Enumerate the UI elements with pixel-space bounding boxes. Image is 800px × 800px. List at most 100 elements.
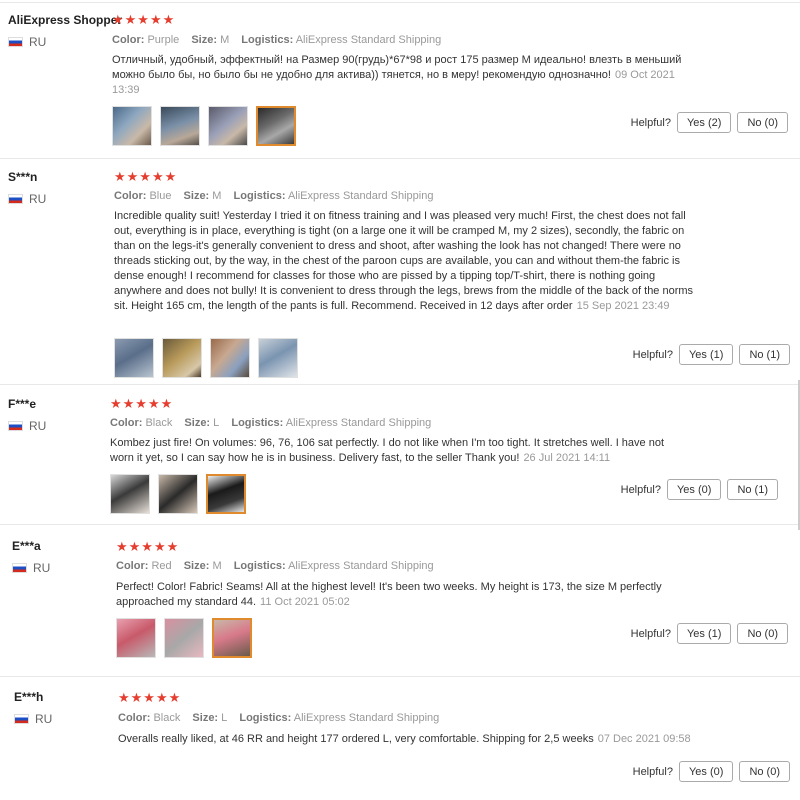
review-photos: [112, 106, 296, 146]
review-text-content: Incredible quality suit! Yesterday I tri…: [114, 210, 694, 312]
review-photo[interactable]: [112, 106, 152, 146]
helpful-label: Helpful?: [632, 765, 673, 778]
flag-ru-icon: [12, 563, 27, 573]
helpful-label: Helpful?: [630, 116, 671, 129]
review-photo[interactable]: [210, 338, 250, 378]
rating-stars: ★★★★★: [116, 539, 180, 554]
country-code: RU: [29, 419, 47, 433]
helpful-section: Helpful? Yes (0) No (0): [633, 761, 790, 782]
logistics-value: AliExpress Standard Shipping: [295, 34, 442, 46]
review-photo[interactable]: [162, 338, 202, 378]
helpful-yes-button[interactable]: Yes (1): [676, 623, 732, 644]
helpful-yes-button[interactable]: Yes (2): [676, 112, 732, 133]
color-label: Color:: [116, 560, 149, 572]
review-photo[interactable]: [160, 106, 200, 146]
reviewer-country: RU: [8, 192, 46, 206]
review-meta: Color: Black Size: L Logistics: AliExpre…: [110, 417, 431, 429]
divider: [0, 384, 800, 385]
reviewer-name: F***e: [8, 397, 37, 411]
review-text: Overalls really liked, at 46 RR and heig…: [118, 732, 758, 747]
review-photo[interactable]: [116, 618, 156, 658]
helpful-no-button[interactable]: No (1): [727, 479, 778, 500]
reviewer-country: RU: [12, 561, 50, 575]
helpful-label: Helpful?: [632, 348, 673, 361]
review-photo-selected[interactable]: [206, 474, 246, 514]
review-text-content: Perfect! Color! Fabric! Seams! All at th…: [116, 581, 662, 608]
review-meta: Color: Purple Size: M Logistics: AliExpr…: [112, 34, 441, 46]
review-photo-selected[interactable]: [212, 618, 252, 658]
color-label: Color:: [112, 34, 145, 46]
country-code: RU: [29, 35, 47, 49]
review-meta: Color: Blue Size: M Logistics: AliExpres…: [114, 190, 433, 202]
review-photo-selected[interactable]: [256, 106, 296, 146]
size-value: L: [213, 417, 220, 429]
reviewer-country: RU: [8, 419, 46, 433]
review-photo[interactable]: [110, 474, 150, 514]
review-photo[interactable]: [164, 618, 204, 658]
review-text-content: Отличный, удобный, эффектный! на Размер …: [112, 54, 682, 81]
divider: [0, 158, 800, 159]
helpful-yes-button[interactable]: Yes (0): [666, 479, 722, 500]
color-value: Black: [153, 712, 181, 724]
rating-stars: ★★★★★: [112, 12, 176, 27]
size-label: Size:: [191, 34, 217, 46]
flag-ru-icon: [8, 37, 23, 47]
size-value: L: [221, 712, 228, 724]
country-code: RU: [33, 561, 51, 575]
review-photos: [110, 474, 246, 514]
review-date: 07 Dec 2021 09:58: [597, 733, 691, 745]
helpful-label: Helpful?: [630, 627, 671, 640]
review-photo[interactable]: [114, 338, 154, 378]
rating-stars: ★★★★★: [118, 690, 182, 705]
helpful-yes-button[interactable]: Yes (1): [678, 344, 734, 365]
rating-stars: ★★★★★: [110, 396, 174, 411]
logistics-value: AliExpress Standard Shipping: [287, 190, 434, 202]
review-photo[interactable]: [208, 106, 248, 146]
size-value: M: [220, 34, 230, 46]
size-value: M: [212, 190, 222, 202]
reviewer-country: RU: [14, 712, 52, 726]
helpful-no-button[interactable]: No (0): [737, 112, 788, 133]
helpful-yes-button[interactable]: Yes (0): [678, 761, 734, 782]
color-label: Color:: [118, 712, 151, 724]
size-label: Size:: [183, 560, 210, 572]
review-text-content: Overalls really liked, at 46 RR and heig…: [118, 733, 594, 745]
flag-ru-icon: [8, 421, 23, 431]
helpful-label: Helpful?: [620, 483, 661, 496]
review-photo[interactable]: [158, 474, 198, 514]
color-label: Color:: [110, 417, 143, 429]
size-label: Size:: [192, 712, 219, 724]
logistics-label: Logistics:: [241, 34, 294, 46]
color-value: Blue: [149, 190, 172, 202]
logistics-label: Logistics:: [231, 417, 284, 429]
helpful-section: Helpful? Yes (2) No (0): [631, 112, 788, 133]
color-value: Black: [145, 417, 173, 429]
reviewer-country: RU: [8, 35, 46, 49]
rating-stars: ★★★★★: [114, 169, 178, 184]
helpful-no-button[interactable]: No (0): [737, 623, 788, 644]
divider: [0, 676, 800, 677]
review-date: 26 Jul 2021 14:11: [523, 452, 611, 464]
logistics-value: AliExpress Standard Shipping: [285, 417, 432, 429]
logistics-label: Logistics:: [233, 190, 286, 202]
review-meta: Color: Red Size: M Logistics: AliExpress…: [116, 560, 434, 572]
color-value: Purple: [147, 34, 180, 46]
logistics-value: AliExpress Standard Shipping: [293, 712, 440, 724]
size-label: Size:: [183, 190, 210, 202]
helpful-section: Helpful? Yes (0) No (1): [621, 479, 778, 500]
reviewer-name: E***a: [12, 539, 41, 553]
review-photo[interactable]: [258, 338, 298, 378]
review-text: Kombez just fire! On volumes: 96, 76, 10…: [110, 436, 690, 466]
color-value: Red: [151, 560, 172, 572]
country-code: RU: [35, 712, 53, 726]
country-code: RU: [29, 192, 47, 206]
reviewer-name: E***h: [14, 690, 44, 704]
review-photos: [116, 618, 252, 658]
color-label: Color:: [114, 190, 147, 202]
helpful-no-button[interactable]: No (0): [739, 761, 790, 782]
flag-ru-icon: [14, 714, 29, 724]
size-label: Size:: [184, 417, 211, 429]
divider: [0, 2, 800, 3]
review-meta: Color: Black Size: L Logistics: AliExpre…: [118, 712, 439, 724]
helpful-no-button[interactable]: No (1): [739, 344, 790, 365]
